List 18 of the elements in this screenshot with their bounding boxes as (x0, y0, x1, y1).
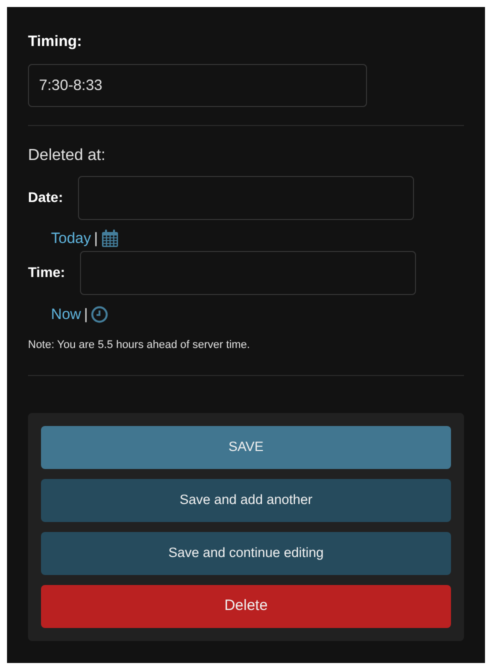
save-button[interactable]: Save and add another (41, 479, 451, 522)
now-link[interactable]: Now (51, 306, 82, 322)
date-field[interactable] (78, 176, 414, 220)
calendar-icon[interactable] (100, 228, 119, 248)
timing-field[interactable]: 7:30-8:33 (28, 64, 367, 106)
timezone-note: Note: You are 5.5 hours ahead of server time. (28, 338, 251, 352)
separator: | (84, 306, 88, 322)
clock-icon[interactable] (90, 306, 108, 322)
delete-button[interactable]: Delete (41, 585, 451, 628)
field-label: Timing: (28, 32, 83, 52)
section-heading: Deleted at: (28, 146, 106, 166)
field-label: Time: (28, 263, 66, 282)
today-link[interactable]: Today (51, 230, 92, 246)
save-button[interactable]: SAVE (41, 426, 451, 469)
time-field[interactable] (80, 250, 416, 294)
save-button[interactable]: Save and continue editing (41, 532, 451, 575)
separator: | (94, 230, 98, 246)
field-label: Date: (28, 188, 64, 207)
